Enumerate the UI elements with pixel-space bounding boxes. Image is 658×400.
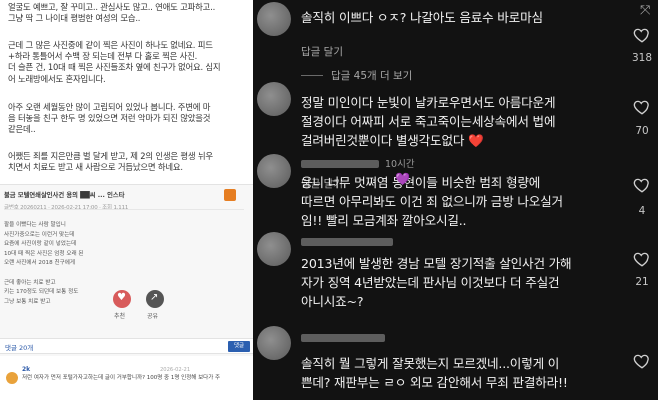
comment-bar: 댓글 20개 댓글 xyxy=(0,338,253,354)
article-paragraph: 근데 그 많은 사진중에 같이 찍은 사진이 하나도 없네요. 피드 +하라 통… xyxy=(8,40,221,84)
view-replies-button[interactable]: 답글 45개 더 보기 xyxy=(331,68,412,83)
avatar[interactable] xyxy=(257,232,291,266)
embedded-post-card: 불금 모텔연쇄살인사건 용의 ██씨 ... 인스타 글번호 20260211 … xyxy=(0,184,253,356)
article-paragraph: 어쨌든 죄를 지은만큼 벌 달게 받고, 제 2의 인생은 평생 뉘우 치면서 … xyxy=(8,151,213,173)
post-title[interactable]: 불금 모텔연쇄살인사건 용의 ██씨 ... 인스타 xyxy=(4,190,125,199)
comment-date: 2026-02-21 xyxy=(160,367,191,373)
comment-text: 솔직히 뭘 그렇게 잘못했는지 모르겠네...이렇게 이 쁜데? 재판부는 ㄹㅇ… xyxy=(301,356,568,391)
username-blurred xyxy=(301,238,393,246)
avatar[interactable] xyxy=(257,82,291,116)
comment-text: 정말 미인이다 눈빛이 날카로우면서도 아름다운게 절경이다 어짜피 서로 죽고… xyxy=(301,95,556,149)
divider xyxy=(301,75,323,76)
avatar[interactable] xyxy=(257,2,291,36)
comments-panel: ⤧ 솔직히 이쁘다 ㅇㅈ? 나갈아도 음료수 바로마심 답글 달기 답글 45개… xyxy=(253,0,658,400)
comment-time: 10시간 xyxy=(385,159,415,170)
purple-heart-emoji: 💜 xyxy=(395,172,410,186)
like-button[interactable] xyxy=(113,290,131,308)
post-body: 팔을 이뻤다는 사람 말입니 사진가중으로는 이런거 맞는데 요즘에 사진이랑 … xyxy=(4,222,84,305)
heart-icon[interactable] xyxy=(633,26,651,44)
share-button[interactable] xyxy=(146,290,164,308)
avatar[interactable] xyxy=(257,326,291,360)
author-avatar[interactable] xyxy=(224,189,236,201)
list-item: 2k 2026-02-21 저런 여자가 먼저 포털가자고하는데 글이 거부합니… xyxy=(0,362,253,400)
like-count: 4 xyxy=(638,205,646,217)
comment-text: 저런 여자가 먼저 포털가자고하는데 글이 거부합니까? 100명 중 1명 인… xyxy=(22,375,221,381)
reply-button[interactable]: 답글 달기 xyxy=(301,44,343,59)
like-count: 70 xyxy=(635,125,649,137)
article-paragraph: 얼굴도 예쁘고, 잘 꾸미고.. 관심사도 많고.. 연애도 고파하고.. 그냥… xyxy=(8,2,216,24)
heart-icon[interactable] xyxy=(633,250,651,268)
heart-icon[interactable] xyxy=(633,352,651,370)
avatar xyxy=(6,372,18,384)
like-count: 21 xyxy=(635,276,649,288)
comment-text: 솔직히 이쁘다 ㅇㅈ? 나갈아도 음료수 바로마심 xyxy=(301,10,543,25)
article-panel: 얼굴도 예쁘고, 잘 꾸미고.. 관심사도 많고.. 연애도 고파하고.. 그냥… xyxy=(0,0,253,400)
username-blurred xyxy=(301,160,379,168)
avatar[interactable] xyxy=(257,154,291,188)
share-label: 공유 xyxy=(147,313,159,320)
username-blurred xyxy=(301,334,385,342)
comment-username[interactable]: 2k xyxy=(22,366,30,373)
divider xyxy=(4,209,244,210)
like-label: 추천 xyxy=(114,313,126,320)
close-icon[interactable]: ⤧ xyxy=(640,3,650,18)
like-count: 318 xyxy=(631,52,653,64)
comment-text: 웅니 너무 멋쪄염 동현이들 비슷한 범죄 형량에 따르면 아무리봐도 이건 죄… xyxy=(301,175,563,229)
article-paragraph: 아주 오랜 세월동안 많이 고립되어 있었나 봅니다. 주변에 마 음 터놓을 … xyxy=(8,102,211,135)
heart-icon[interactable] xyxy=(633,176,651,194)
comment-text: 2013년에 발생한 경남 모텔 장기적출 살인사건 가해 자가 징역 4년받았… xyxy=(301,256,572,310)
heart-icon[interactable] xyxy=(633,98,651,116)
write-comment-button[interactable]: 댓글 xyxy=(228,341,250,352)
heart-emoji: ❤️ xyxy=(468,133,484,149)
comment-count[interactable]: 댓글 20개 xyxy=(5,342,33,352)
